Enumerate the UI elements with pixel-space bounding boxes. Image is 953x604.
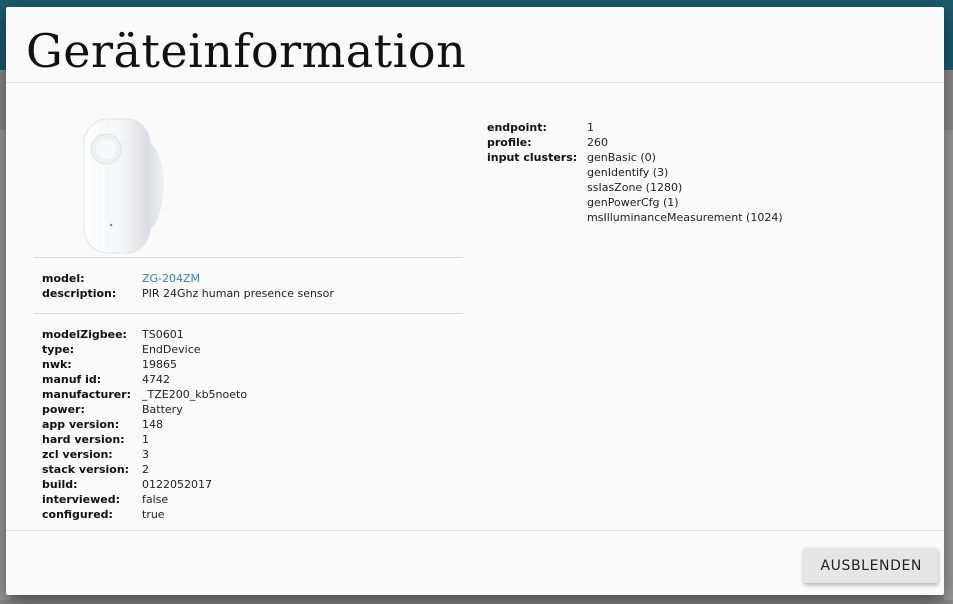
info-row: type: EndDevice	[42, 342, 462, 357]
info-value: EndDevice	[142, 343, 201, 356]
info-value: Battery	[142, 403, 183, 416]
list-item: genPowerCfg (1)	[587, 196, 679, 209]
model-link[interactable]: ZG-204ZM	[142, 271, 200, 286]
info-label: endpoint:	[487, 121, 547, 134]
info-value: TS0601	[142, 328, 184, 341]
info-value: 1	[587, 121, 594, 134]
list-item: genIdentify (3)	[587, 166, 669, 179]
info-label: profile:	[487, 136, 532, 149]
device-summary: model: ZG-204ZM description: PIR 24Ghz h…	[42, 271, 462, 301]
device-info-dialog: Geräteinformation model: ZG-204ZM descri…	[6, 7, 944, 595]
info-label: manuf id:	[42, 373, 102, 386]
info-label: manufacturer:	[42, 388, 132, 401]
info-row: app version: 148	[42, 417, 462, 432]
info-value: 148	[142, 418, 163, 431]
info-label: app version:	[42, 418, 120, 431]
info-value: 0122052017	[142, 478, 212, 491]
info-value: 1	[142, 433, 149, 446]
info-value: PIR 24Ghz human presence sensor	[142, 287, 334, 300]
info-row: stack version: 2	[42, 462, 462, 477]
list-item: genBasic (0)	[587, 151, 656, 164]
info-row: manuf id: 4742	[42, 372, 462, 387]
info-label: stack version:	[42, 463, 130, 476]
info-label: description:	[42, 287, 117, 300]
info-label: input clusters:	[487, 151, 578, 164]
endpoint-info: endpoint: 1 profile: 260 input clusters:…	[487, 120, 917, 225]
info-label: zcl version:	[42, 448, 113, 461]
info-row: manufacturer: _TZE200_kb5noeto	[42, 387, 462, 402]
hide-button[interactable]: AUSBLENDEN	[804, 548, 938, 583]
info-value: 260	[587, 136, 608, 149]
info-label: build:	[42, 478, 78, 491]
info-value: true	[142, 508, 165, 521]
divider	[34, 257, 463, 258]
info-value: 3	[142, 448, 149, 461]
info-value: 19865	[142, 358, 177, 371]
info-row: zcl version: 3	[42, 447, 462, 462]
info-row-input-clusters: input clusters: genBasic (0) genIdentify…	[487, 150, 917, 225]
info-row-profile: profile: 260	[487, 135, 917, 150]
info-label: interviewed:	[42, 493, 121, 506]
info-row-endpoint: endpoint: 1	[487, 120, 917, 135]
dialog-title: Geräteinformation	[26, 24, 467, 78]
background-card	[944, 130, 953, 600]
info-label: type:	[42, 343, 75, 356]
list-item: msIlluminanceMeasurement (1024)	[587, 211, 783, 224]
info-row: nwk: 19865	[42, 357, 462, 372]
info-row: modelZigbee: TS0601	[42, 327, 462, 342]
pir-sensor-device-image	[83, 118, 164, 254]
info-row: hard version: 1	[42, 432, 462, 447]
info-row-description: description: PIR 24Ghz human presence se…	[42, 286, 462, 301]
divider	[34, 313, 463, 314]
info-label: nwk:	[42, 358, 72, 371]
info-value: false	[142, 493, 169, 506]
info-row-model: model: ZG-204ZM	[42, 271, 462, 286]
info-label: hard version:	[42, 433, 125, 446]
info-row: interviewed: false	[42, 492, 462, 507]
info-row: build: 0122052017	[42, 477, 462, 492]
info-row: power: Battery	[42, 402, 462, 417]
dialog-footer: AUSBLENDEN	[6, 530, 944, 595]
input-cluster-list: genBasic (0) genIdentify (3) ssIasZone (…	[587, 150, 783, 225]
dialog-header: Geräteinformation	[6, 7, 944, 83]
info-value: _TZE200_kb5noeto	[142, 388, 248, 401]
info-value: 4742	[142, 373, 170, 386]
list-item: ssIasZone (1280)	[587, 181, 683, 194]
device-details: modelZigbee: TS0601 type: EndDevice nwk: 19…	[42, 327, 462, 522]
info-label: modelZigbee:	[42, 328, 127, 341]
info-label: model:	[42, 272, 85, 285]
info-value: 2	[142, 463, 149, 476]
info-label: power:	[42, 403, 85, 416]
info-row: configured: true	[42, 507, 462, 522]
info-label: configured:	[42, 508, 113, 521]
